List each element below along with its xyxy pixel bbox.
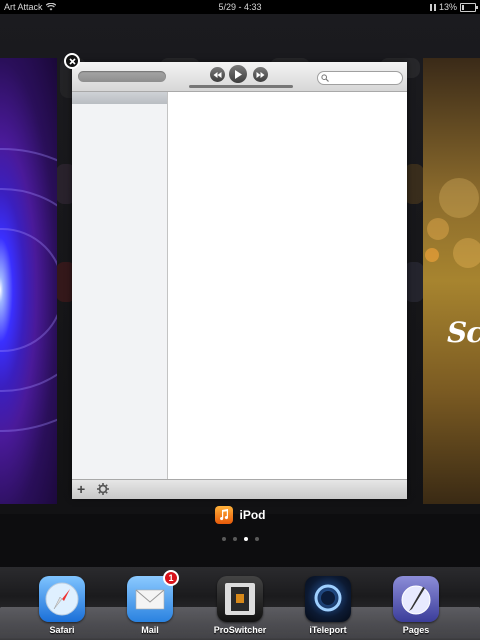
dock-app-proswitcher[interactable]: ProSwitcher	[213, 576, 267, 635]
proswitcher-icon	[217, 576, 263, 622]
play-button[interactable]	[229, 65, 247, 83]
previous-track-button[interactable]	[210, 67, 225, 82]
ipod-app-window[interactable]: +	[72, 62, 407, 499]
previous-app-card[interactable]	[0, 58, 57, 504]
dock-app-label: Pages	[402, 625, 430, 635]
dock-app-safari[interactable]: Safari	[38, 576, 86, 635]
next-app-logo-text: Sc	[447, 316, 480, 349]
battery-icon	[460, 2, 478, 12]
pause-icon	[429, 3, 436, 11]
page-dot[interactable]	[232, 537, 237, 541]
current-app-name: iPod	[239, 508, 266, 522]
close-icon	[68, 57, 76, 65]
previous-track-icon	[213, 71, 222, 78]
next-track-icon	[256, 71, 265, 78]
ipod-toolbar	[72, 62, 407, 92]
play-icon	[235, 69, 242, 79]
library-sidebar[interactable]	[72, 92, 168, 479]
ipod-icon	[214, 506, 233, 524]
ipod-bottom-bar: +	[72, 479, 407, 499]
status-right: 13%	[429, 0, 478, 14]
dock-app-label: iTeleport	[309, 625, 347, 635]
dock-app-mail[interactable]: 1 Mail	[126, 570, 179, 635]
page-dot[interactable]	[221, 537, 226, 541]
pages-icon	[393, 576, 439, 622]
search-input[interactable]	[330, 72, 398, 84]
dock-app-label: ProSwitcher	[213, 625, 267, 635]
next-track-button[interactable]	[253, 67, 268, 82]
gear-icon[interactable]	[96, 482, 110, 496]
search-icon	[321, 74, 329, 82]
sidebar-header	[72, 92, 167, 104]
close-app-button[interactable]	[64, 53, 80, 69]
dock-app-label: Safari	[49, 625, 75, 635]
iteleport-icon	[305, 576, 351, 622]
dock-app-label: Mail	[141, 625, 159, 635]
content-pane[interactable]	[168, 92, 407, 479]
add-icon[interactable]: +	[77, 481, 85, 497]
dock-app-pages[interactable]: Pages	[392, 576, 440, 635]
next-app-card[interactable]: Sc	[423, 58, 480, 504]
status-bar: Art Attack 5/29 - 4:33 13%	[0, 0, 480, 14]
current-app-label: iPod	[0, 506, 480, 524]
battery-fill	[462, 4, 464, 10]
search-field[interactable]	[317, 71, 403, 85]
dock-app-iteleport[interactable]: iTeleport	[304, 576, 352, 635]
page-indicator[interactable]	[0, 537, 480, 541]
battery-percent: 13%	[438, 2, 457, 12]
mail-icon: 1	[127, 570, 179, 622]
now-playing-display	[78, 71, 166, 82]
playback-progress-track[interactable]	[189, 85, 293, 88]
safari-icon	[39, 576, 85, 622]
clock: 5/29 - 4:33	[218, 2, 262, 12]
page-dot[interactable]	[254, 537, 259, 541]
mail-unread-badge: 1	[163, 570, 179, 586]
page-dot-active[interactable]	[243, 537, 248, 541]
